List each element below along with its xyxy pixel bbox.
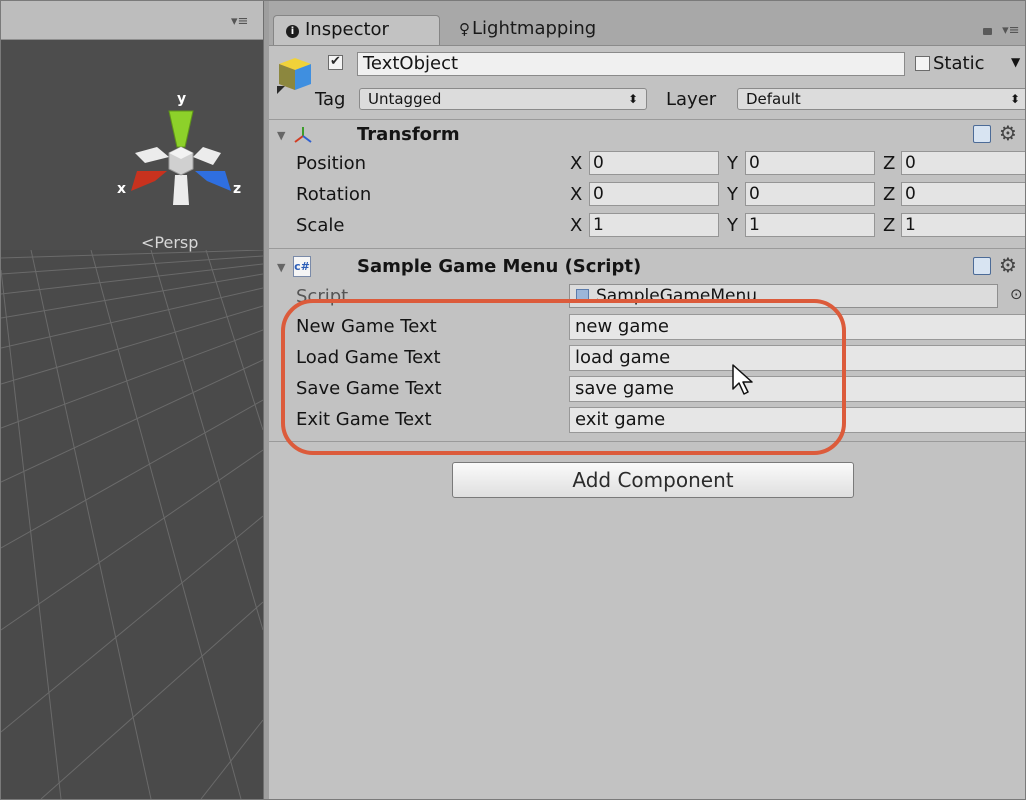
axis-y-label: Y: [727, 153, 738, 174]
tab-bar: i Inspector ♀ Lightmapping ▾≡: [269, 1, 1025, 46]
component-divider: [269, 248, 1025, 249]
save-game-text-field[interactable]: save game: [569, 376, 1025, 402]
gizmo-y-label: y: [177, 91, 186, 107]
component-title: Sample Game Menu (Script): [357, 256, 642, 277]
gizmo-x-cone: [131, 171, 167, 191]
new-game-text-label: New Game Text: [296, 316, 437, 337]
scale-y-field[interactable]: 1: [745, 213, 875, 237]
static-dropdown-icon[interactable]: ▼: [1011, 55, 1020, 69]
object-name-field[interactable]: TextObject: [357, 52, 905, 76]
script-asset-icon: [576, 289, 589, 302]
axis-y-label: Y: [727, 215, 738, 236]
tab-inspector[interactable]: i Inspector: [273, 15, 440, 45]
script-label: Script: [296, 286, 349, 307]
lock-icon[interactable]: ▾≡: [983, 23, 1020, 38]
scene-grid: [1, 250, 263, 799]
gizmo-back-cone: [135, 147, 169, 163]
component-divider: [269, 441, 1025, 442]
position-label: Position: [296, 153, 367, 174]
lightbulb-icon: ♀: [459, 20, 470, 38]
save-game-text-label: Save Game Text: [296, 378, 442, 399]
rotation-y-field[interactable]: 0: [745, 182, 875, 206]
help-icon[interactable]: [973, 125, 991, 143]
gizmo-x-label: x: [117, 181, 126, 197]
gameobject-header: ✔ TextObject Static ▼ Tag Untagged ⬍ Lay…: [269, 46, 1025, 120]
info-icon: i: [286, 25, 299, 38]
scale-z-field[interactable]: 1: [901, 213, 1025, 237]
tab-lightmapping[interactable]: ♀ Lightmapping: [447, 15, 607, 45]
help-icon[interactable]: [973, 257, 991, 275]
transform-header[interactable]: ▼ Transform ⚙: [269, 121, 1025, 151]
scene-orientation-gizmo[interactable]: y x z: [109, 87, 249, 217]
component-title: Transform: [357, 124, 460, 145]
axis-y-label: Y: [727, 184, 738, 205]
dropdown-arrows-icon: ⬍: [627, 92, 638, 106]
axis-z-label: Z: [883, 184, 896, 205]
foldout-arrow-icon[interactable]: ▼: [277, 129, 285, 142]
gear-icon[interactable]: ⚙: [999, 253, 1017, 277]
unity-editor-window: ▾≡ y x z <Persp i Inspector ♀ Lightmappi…: [0, 0, 1026, 800]
active-checkbox[interactable]: ✔: [328, 55, 343, 70]
load-game-text-label: Load Game Text: [296, 347, 441, 368]
exit-game-text-field[interactable]: exit game: [569, 407, 1025, 433]
script-component-header[interactable]: ▼ c# Sample Game Menu (Script) ⚙: [269, 253, 1025, 283]
scale-x-field[interactable]: 1: [589, 213, 719, 237]
gizmo-y-cone: [168, 110, 194, 148]
layer-dropdown[interactable]: Default ⬍: [737, 88, 1025, 110]
tag-dropdown[interactable]: Untagged ⬍: [359, 88, 647, 110]
gizmo-z-cone: [195, 171, 231, 191]
script-reference-field[interactable]: SampleGameMenu: [569, 284, 998, 308]
projection-label[interactable]: <Persp: [141, 233, 198, 252]
persp-arrow-icon: <: [141, 233, 155, 252]
inspector-panel: i Inspector ♀ Lightmapping ▾≡ ✔ TextObject: [269, 1, 1025, 799]
gizmo-z-label: z: [233, 181, 241, 197]
gizmo-neg-y-cone: [173, 175, 189, 205]
tag-label: Tag: [315, 89, 346, 110]
static-label: Static: [933, 53, 985, 74]
axis-z-label: Z: [883, 153, 896, 174]
gear-icon[interactable]: ⚙: [999, 121, 1017, 145]
position-y-field[interactable]: 0: [745, 151, 875, 175]
mouse-cursor-icon: [732, 364, 753, 395]
add-component-button[interactable]: Add Component: [452, 462, 854, 498]
rotation-label: Rotation: [296, 184, 372, 205]
transform-axes-icon: [294, 127, 312, 143]
foldout-arrow-icon[interactable]: ▼: [277, 261, 285, 274]
gizmo-left-cone: [193, 147, 221, 165]
position-x-field[interactable]: 0: [589, 151, 719, 175]
tab-menu-icon[interactable]: ▾≡: [1002, 23, 1019, 38]
exit-game-text-label: Exit Game Text: [296, 409, 432, 430]
rotation-x-field[interactable]: 0: [589, 182, 719, 206]
load-game-text-field[interactable]: load game: [569, 345, 1025, 371]
axis-x-label: X: [570, 215, 583, 236]
axis-x-label: X: [570, 184, 583, 205]
static-checkbox[interactable]: [915, 56, 930, 71]
axis-x-label: X: [570, 153, 583, 174]
csharp-script-icon: c#: [293, 256, 311, 277]
layer-label: Layer: [666, 89, 717, 110]
gameobject-cube-icon: [277, 58, 311, 94]
scene-view[interactable]: ▾≡ y x z <Persp: [1, 1, 263, 799]
new-game-text-field[interactable]: new game: [569, 314, 1025, 340]
scene-toolbar: ▾≡: [1, 1, 263, 40]
object-picker-icon[interactable]: ⊙: [1010, 285, 1023, 303]
rotation-z-field[interactable]: 0: [901, 182, 1025, 206]
position-z-field[interactable]: 0: [901, 151, 1025, 175]
scale-label: Scale: [296, 215, 345, 236]
scene-menu-icon[interactable]: ▾≡: [231, 14, 248, 29]
axis-z-label: Z: [883, 215, 896, 236]
dropdown-arrows-icon: ⬍: [1009, 92, 1020, 106]
